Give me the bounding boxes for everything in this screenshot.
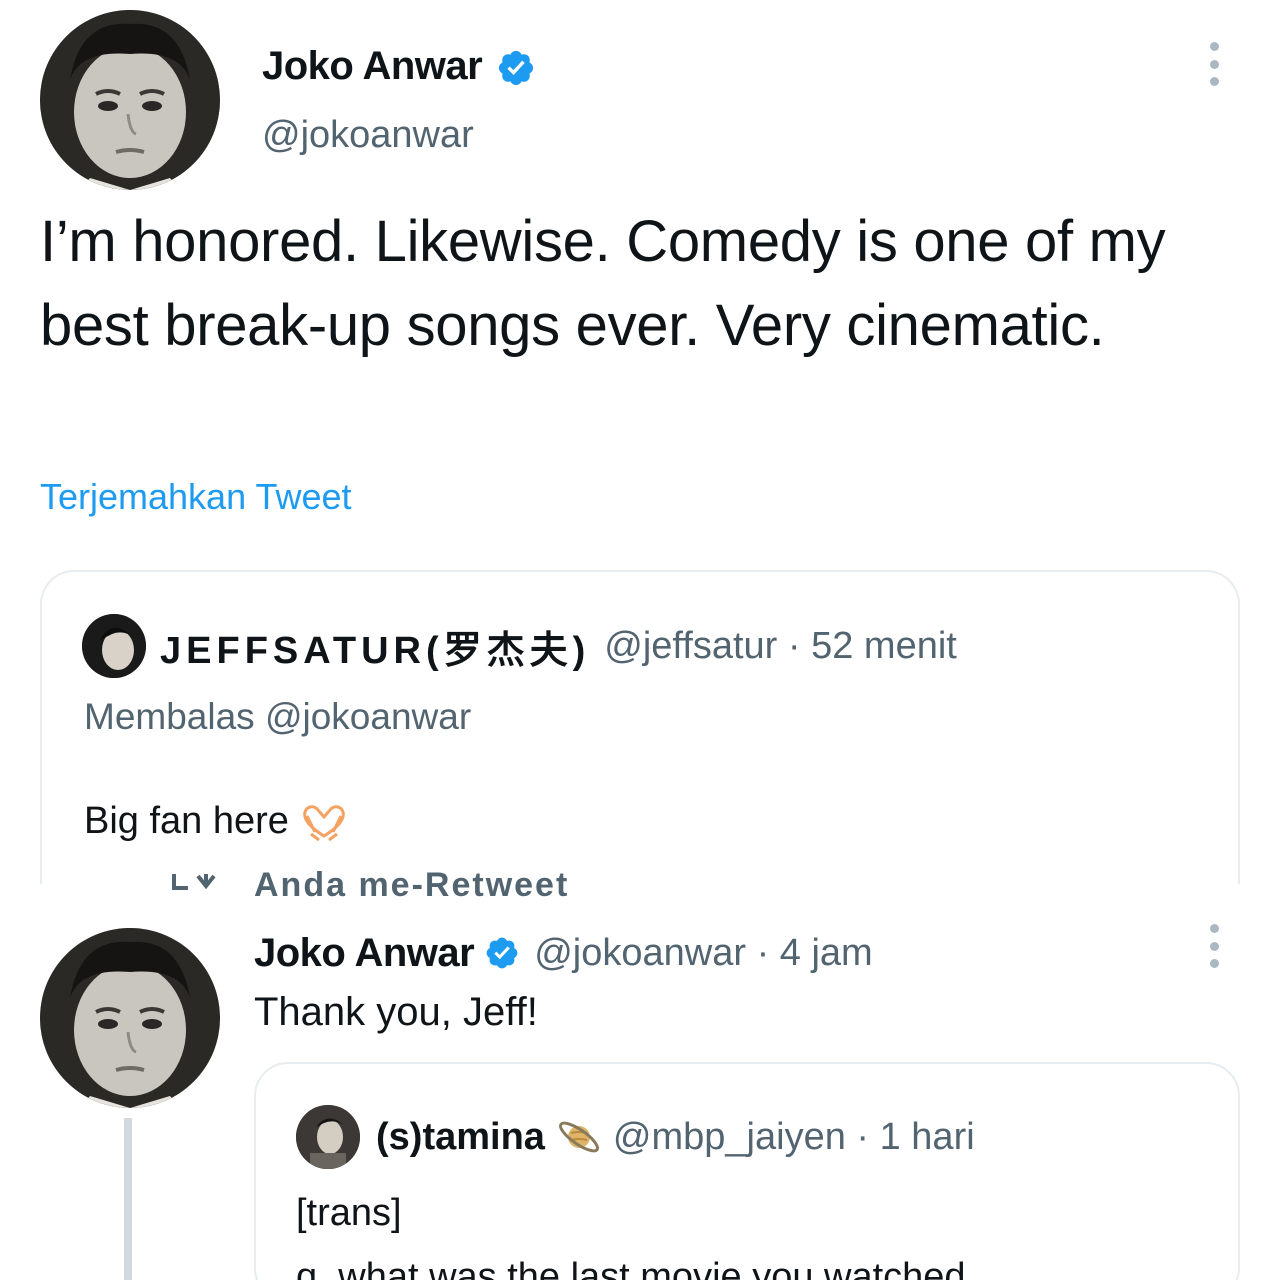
nested-quote-author-name: (s)tamina	[376, 1115, 545, 1158]
saturn-emoji	[555, 1113, 603, 1161]
quoted-tweet-card[interactable]: JEFFSATUR(罗杰夫) @jeffsatur · 52 menit Mem…	[40, 570, 1240, 884]
retweet-icon	[170, 874, 222, 898]
nested-quote-avatar	[296, 1105, 360, 1169]
tweet-text: I’m honored. Likewise. Comedy is one of …	[40, 209, 1166, 358]
reply-tweet-text: Thank you, Jeff!	[254, 990, 538, 1034]
nested-quote-line2: q. what was the last movie you watched	[296, 1256, 966, 1280]
reply-tweet-meta[interactable]: @jokoanwar · 4 jam	[534, 932, 872, 975]
nested-quote-meta: @mbp_jaiyen · 1 hari	[612, 1115, 975, 1158]
quoted-tweet-text: Big fan here	[84, 800, 347, 843]
verified-badge-icon	[496, 48, 536, 88]
tweet-thread: Joko Anwar @jokoanwar I’m honored. Likew…	[0, 0, 1280, 1280]
thread-connector-line	[124, 1118, 132, 1280]
nested-quote-card[interactable]: (s)tamina @mbp_jaiyen · 1 hari [trans] q…	[254, 1062, 1240, 1280]
retweet-indicator: Anda me-Retweet	[170, 862, 600, 898]
more-options-icon[interactable]	[1208, 924, 1220, 968]
author-avatar[interactable]	[40, 10, 220, 190]
author-name[interactable]: Joko Anwar	[262, 44, 536, 89]
translate-tweet-link[interactable]: Terjemahkan Tweet	[40, 476, 352, 518]
nested-quote-line1: [trans]	[296, 1192, 402, 1234]
more-options-icon[interactable]	[1208, 42, 1220, 86]
verified-badge-icon	[484, 935, 520, 971]
quoted-author-name: JEFFSATUR(罗杰夫)	[160, 629, 591, 672]
quoted-tweet-header: JEFFSATUR(罗杰夫) @jeffsatur · 52 menit	[82, 614, 957, 678]
replying-to-label: Membalas @jokoanwar	[84, 696, 472, 737]
reply-author-avatar[interactable]	[40, 928, 220, 1108]
author-handle[interactable]: @jokoanwar	[262, 114, 474, 157]
nested-quote-header: (s)tamina @mbp_jaiyen · 1 hari	[296, 1104, 975, 1170]
quoted-author-avatar	[82, 614, 146, 678]
retweet-label: Anda me-Retweet	[254, 866, 570, 898]
quoted-tweet-meta: @jeffsatur · 52 menit	[604, 624, 957, 667]
reply-tweet-header: Joko Anwar @jokoanwar · 4 jam	[254, 926, 873, 980]
heart-hands-emoji	[301, 802, 347, 842]
reply-author-name[interactable]: Joko Anwar	[254, 931, 475, 976]
author-name-text: Joko Anwar	[262, 44, 483, 88]
quoted-tweet-text-content: Big fan here	[84, 800, 289, 842]
